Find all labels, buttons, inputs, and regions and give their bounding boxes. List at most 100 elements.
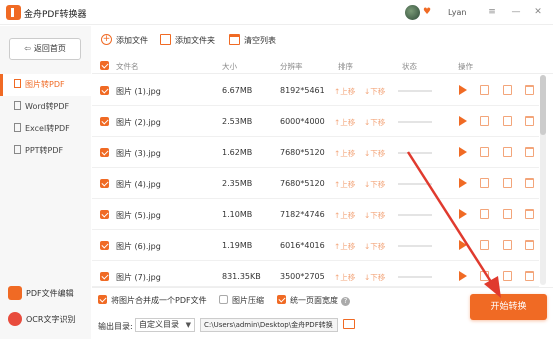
document-icon[interactable]: [480, 271, 489, 281]
sidebar-item-image-to-pdf[interactable]: 图片转PDF: [0, 74, 91, 96]
table-row[interactable]: 图片 (2).jpg 2.53MB 6000*4000 ↑上移 ↓下移: [92, 106, 539, 137]
table-row[interactable]: 图片 (3).jpg 1.62MB 7680*5120 ↑上移 ↓下移: [92, 137, 539, 168]
scrollbar[interactable]: [540, 75, 546, 285]
move-up-button[interactable]: ↑上移: [334, 241, 355, 252]
minimize-icon[interactable]: —: [510, 6, 522, 18]
word-doc-icon: [14, 101, 21, 110]
trash-icon[interactable]: [525, 85, 534, 95]
trash-icon[interactable]: [525, 147, 534, 157]
select-all-checkbox[interactable]: [100, 61, 109, 70]
scrollbar-thumb[interactable]: [540, 75, 546, 135]
table-row[interactable]: 图片 (7).jpg 831.35KB 3500*2705 ↑上移 ↓下移: [92, 261, 539, 287]
document-icon[interactable]: [480, 85, 489, 95]
trash-icon[interactable]: [525, 240, 534, 250]
close-icon[interactable]: ✕: [532, 6, 544, 18]
sidebar-item-excel-to-pdf[interactable]: Excel转PDF: [0, 118, 91, 140]
vip-heart-icon[interactable]: ♥: [423, 8, 432, 17]
play-icon[interactable]: [459, 147, 467, 157]
avatar[interactable]: [405, 5, 420, 20]
output-mode-select[interactable]: 自定义目录 ▼: [135, 318, 195, 332]
clear-list-button[interactable]: 清空列表: [229, 34, 276, 48]
title-bar: 金舟PDF转换器 ♥ Lyan ≡ — ✕: [0, 0, 553, 25]
move-down-button[interactable]: ↓下移: [364, 148, 385, 159]
username[interactable]: Lyan: [448, 8, 466, 17]
file-name: 图片 (5).jpg: [116, 211, 161, 220]
sidebar-item-ppt-to-pdf[interactable]: PPT转PDF: [0, 140, 91, 162]
folder-icon[interactable]: [503, 116, 512, 126]
move-up-button[interactable]: ↑上移: [334, 117, 355, 128]
move-up-label: 上移: [340, 211, 356, 220]
folder-icon[interactable]: [503, 178, 512, 188]
sidebar-item-word-to-pdf[interactable]: Word转PDF: [0, 96, 91, 118]
folder-icon[interactable]: [503, 147, 512, 157]
folder-icon[interactable]: [503, 271, 512, 281]
move-up-button[interactable]: ↑上移: [334, 148, 355, 159]
document-icon[interactable]: [480, 178, 489, 188]
app-logo-icon: [6, 5, 21, 20]
row-checkbox[interactable]: [100, 241, 109, 250]
row-checkbox[interactable]: [100, 86, 109, 95]
trash-icon[interactable]: [525, 116, 534, 126]
back-home-button[interactable]: ⇦ 返回首页: [9, 38, 81, 60]
row-checkbox[interactable]: [100, 210, 109, 219]
row-checkbox[interactable]: [100, 117, 109, 126]
row-checkbox[interactable]: [100, 272, 109, 281]
move-up-button[interactable]: ↑上移: [334, 272, 355, 283]
document-icon[interactable]: [480, 209, 489, 219]
play-icon[interactable]: [459, 116, 467, 126]
browse-folder-icon[interactable]: [343, 319, 355, 329]
compress-label: 图片压缩: [232, 296, 264, 305]
play-icon[interactable]: [459, 85, 467, 95]
move-down-button[interactable]: ↓下移: [364, 210, 385, 221]
table-row[interactable]: 图片 (6).jpg 1.19MB 6016*4016 ↑上移 ↓下移: [92, 230, 539, 261]
add-folder-button[interactable]: 添加文件夹: [160, 34, 215, 48]
move-down-button[interactable]: ↓下移: [364, 86, 385, 97]
move-down-button[interactable]: ↓下移: [364, 179, 385, 190]
move-down-button[interactable]: ↓下移: [364, 117, 385, 128]
merge-label: 将图片合并成一个PDF文件: [111, 296, 207, 305]
add-file-button[interactable]: + 添加文件: [101, 34, 148, 48]
unify-width-checkbox[interactable]: [277, 295, 286, 304]
folder-icon[interactable]: [503, 209, 512, 219]
document-icon[interactable]: [480, 116, 489, 126]
row-checkbox[interactable]: [100, 179, 109, 188]
move-down-label: 下移: [370, 242, 386, 251]
sidebar: ⇦ 返回首页 图片转PDF Word转PDF Excel转PDF PPT转PDF …: [0, 26, 91, 339]
move-up-label: 上移: [340, 180, 356, 189]
table-row[interactable]: 图片 (1).jpg 6.67MB 8192*5461 ↑上移 ↓下移: [92, 75, 539, 106]
merge-option[interactable]: 将图片合并成一个PDF文件: [98, 295, 207, 306]
pdf-edit-tool[interactable]: PDF文件编辑: [8, 285, 86, 303]
move-down-button[interactable]: ↓下移: [364, 272, 385, 283]
file-size: 1.10MB: [222, 210, 253, 219]
document-icon[interactable]: [480, 240, 489, 250]
trash-icon[interactable]: [525, 209, 534, 219]
move-up-button[interactable]: ↑上移: [334, 210, 355, 221]
move-down-button[interactable]: ↓下移: [364, 241, 385, 252]
table-row[interactable]: 图片 (4).jpg 2.35MB 7680*5120 ↑上移 ↓下移: [92, 168, 539, 199]
row-checkbox[interactable]: [100, 148, 109, 157]
play-icon[interactable]: [459, 209, 467, 219]
trash-icon[interactable]: [525, 271, 534, 281]
move-up-button[interactable]: ↑上移: [334, 179, 355, 190]
file-resolution: 6000*4000: [280, 117, 325, 126]
start-convert-button[interactable]: 开始转换: [470, 294, 547, 320]
play-icon[interactable]: [459, 271, 467, 281]
move-up-button[interactable]: ↑上移: [334, 86, 355, 97]
unify-width-option[interactable]: 统一页面宽度?: [277, 295, 350, 306]
merge-checkbox[interactable]: [98, 295, 107, 304]
menu-icon[interactable]: ≡: [486, 6, 498, 18]
output-path-field[interactable]: C:\Users\admin\Desktop\金舟PDF转换: [200, 318, 338, 332]
folder-icon[interactable]: [503, 240, 512, 250]
document-icon[interactable]: [480, 147, 489, 157]
table-row[interactable]: 图片 (5).jpg 1.10MB 7182*4746 ↑上移 ↓下移: [92, 199, 539, 230]
ocr-tool[interactable]: OCR文字识别: [8, 311, 86, 329]
compress-checkbox[interactable]: [219, 295, 228, 304]
help-icon[interactable]: ?: [341, 297, 350, 306]
play-icon[interactable]: [459, 178, 467, 188]
col-action: 操作: [458, 62, 473, 71]
compress-option[interactable]: 图片压缩: [219, 295, 264, 306]
folder-icon[interactable]: [503, 85, 512, 95]
play-icon[interactable]: [459, 240, 467, 250]
toolbar: + 添加文件 添加文件夹 清空列表: [92, 26, 553, 56]
trash-icon[interactable]: [525, 178, 534, 188]
